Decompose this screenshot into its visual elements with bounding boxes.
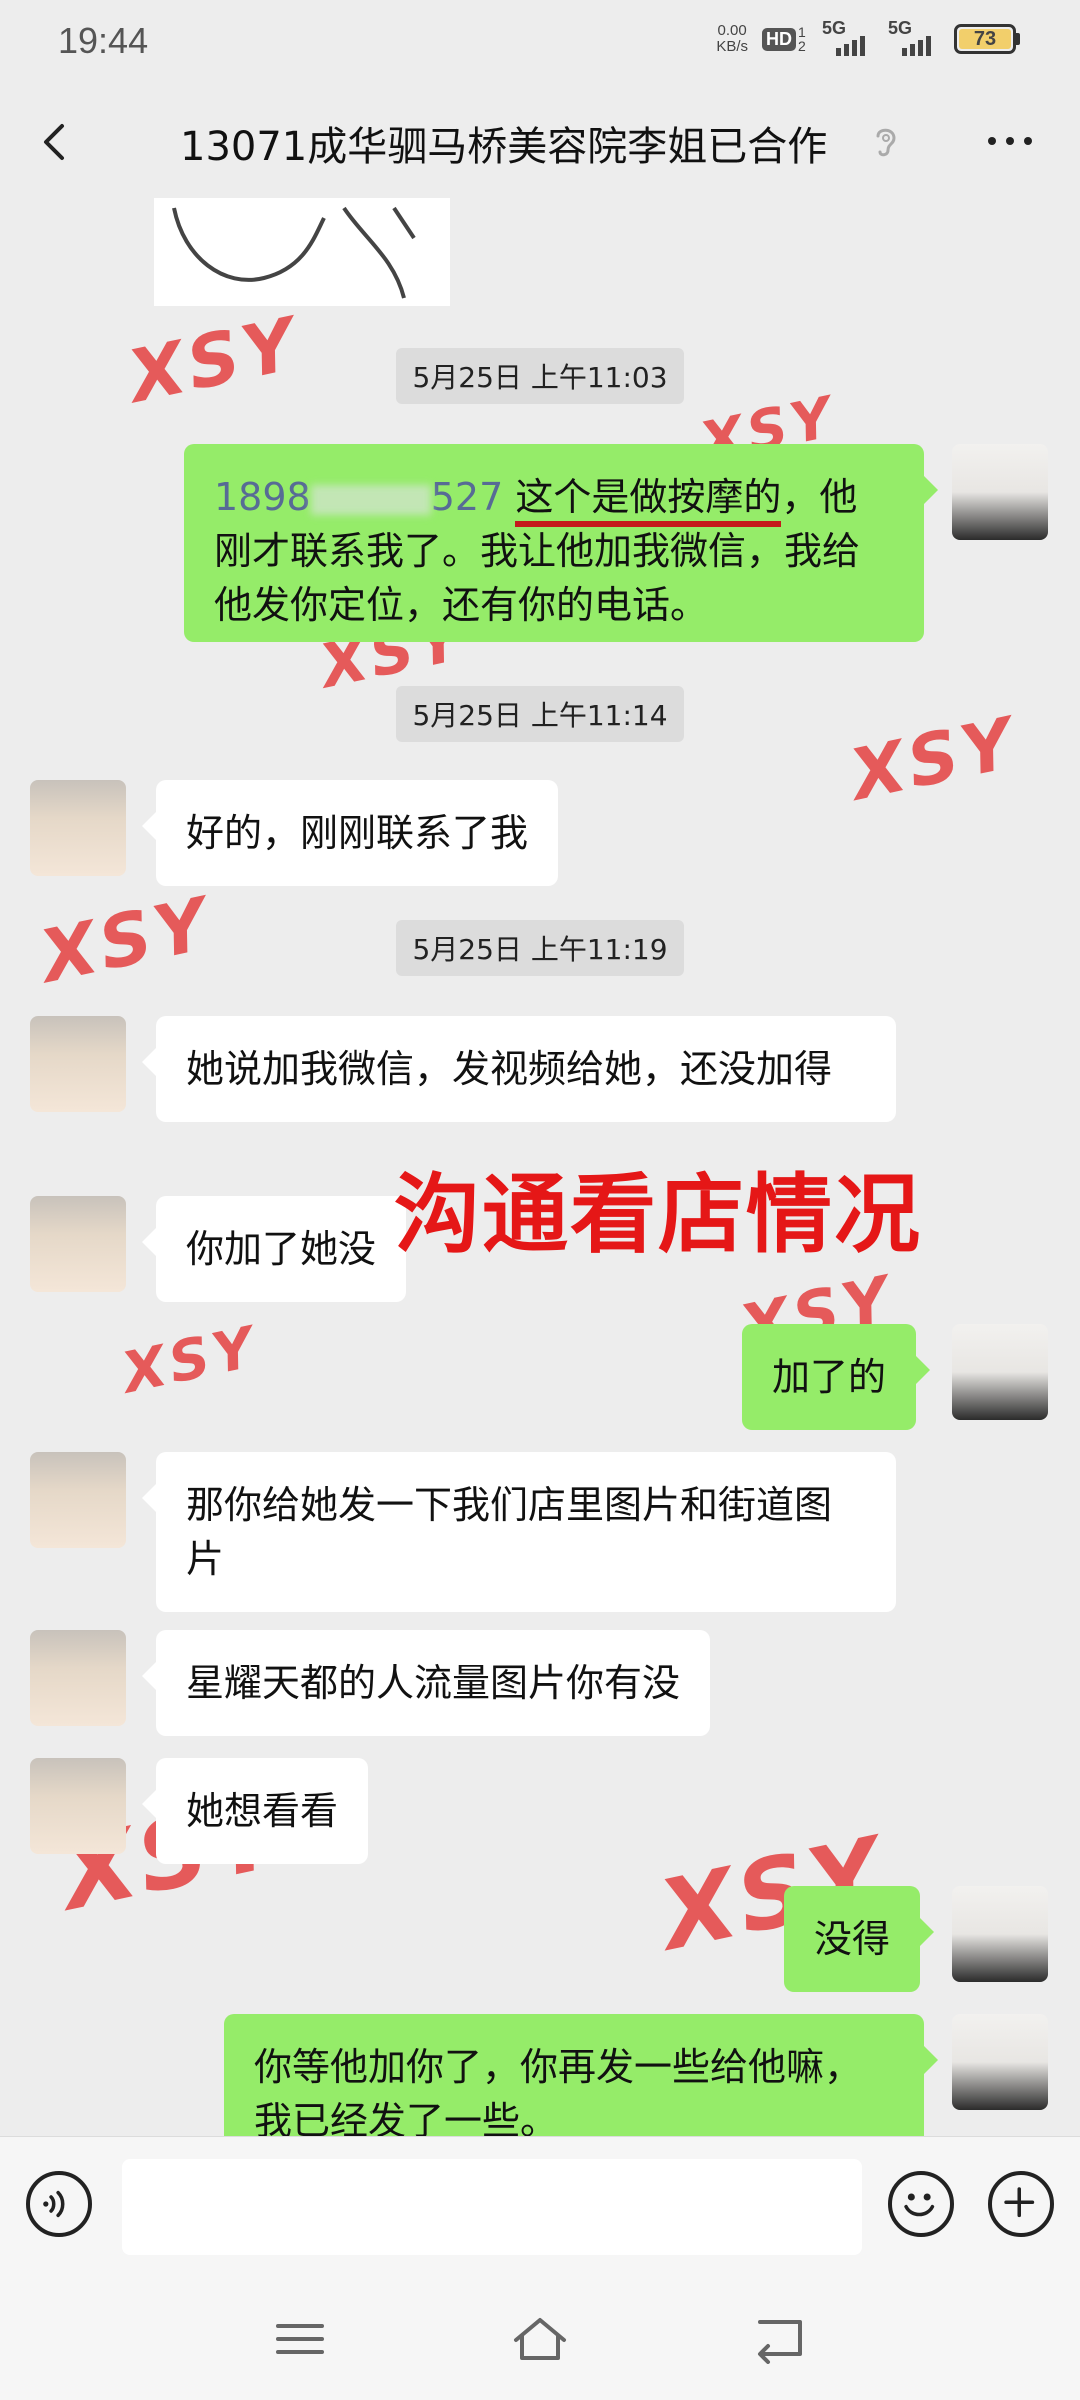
plus-icon[interactable] xyxy=(988,2171,1054,2237)
avatar-self[interactable] xyxy=(952,2014,1048,2110)
signal-5g-icon: 5G xyxy=(822,18,874,56)
hd-icon: HD 1 2 xyxy=(762,25,808,53)
menu-icon[interactable] xyxy=(270,2314,330,2364)
avatar-self[interactable] xyxy=(952,1886,1048,1982)
timestamp: 5月25日 上午11:19 xyxy=(0,920,1080,976)
avatar-contact[interactable] xyxy=(30,780,126,876)
battery-level: 73 xyxy=(959,28,1011,50)
timestamp: 5月25日 上午11:14 xyxy=(0,686,1080,742)
avatar-contact[interactable] xyxy=(30,1630,126,1726)
overlay-annotation: 沟通看店情况 xyxy=(394,1165,922,1265)
chat-header: 13071成华驷马桥美容院李姐已合作 xyxy=(0,86,1080,198)
watermark: XSY xyxy=(116,1314,264,1407)
message-bubble-self[interactable]: 没得 xyxy=(784,1886,935,1992)
message-bubble-self[interactable]: 1898 527 这个是做按摩的，他刚才联系我了。我让他加我微信，我给他发你定位，… xyxy=(184,444,938,642)
back-nav-icon[interactable] xyxy=(750,2314,810,2364)
avatar-self[interactable] xyxy=(952,444,1048,540)
message-bubble-contact[interactable]: 星耀天都的人流量图片你有没 xyxy=(141,1630,711,1736)
system-navigation xyxy=(0,2274,1080,2400)
voice-icon[interactable] xyxy=(26,2171,92,2237)
ear-icon xyxy=(876,128,896,157)
emoji-icon[interactable] xyxy=(888,2171,954,2237)
message-bubble-contact[interactable]: 那你给她发一下我们店里图片和街道图片 xyxy=(142,1452,896,1612)
avatar-contact[interactable] xyxy=(30,1196,126,1292)
chat-messages[interactable]: XSY XSY XSY XSY XSY XSY XSY XSY XSY 5月25… xyxy=(0,198,1080,2136)
net-speed: 0.00 KB/s xyxy=(716,22,748,55)
message-bubble-contact[interactable]: 你加了她没 xyxy=(141,1196,407,1302)
message-bubble-self[interactable]: 你等他加你了，你再发一些给他嘛，我已经发了一些。 xyxy=(224,2014,938,2136)
message-bubble-contact[interactable]: 她想看看 xyxy=(141,1758,369,1864)
image-message-partial[interactable] xyxy=(154,198,450,306)
signal-5g-icon-2: 5G xyxy=(888,18,940,56)
status-icons: 0.00 KB/s HD 1 2 5G 5G 73 xyxy=(716,18,1020,56)
timestamp: 5月25日 上午11:03 xyxy=(0,348,1080,404)
back-chevron-icon[interactable] xyxy=(28,114,84,170)
message-bubble-contact[interactable]: 她说加我微信，发视频给她，还没加得 xyxy=(142,1016,896,1122)
avatar-contact[interactable] xyxy=(30,1452,126,1548)
message-input[interactable] xyxy=(122,2159,862,2255)
underlined-text: 这个是做按摩的 xyxy=(515,475,782,527)
more-icon[interactable] xyxy=(980,116,1040,166)
avatar-contact[interactable] xyxy=(30,1758,126,1854)
phone-number[interactable]: 1898 527 xyxy=(214,475,503,519)
battery-icon: 73 xyxy=(954,24,1020,54)
status-bar: 19:44 0.00 KB/s HD 1 2 5G 5G 73 xyxy=(0,0,1080,86)
message-bubble-contact[interactable]: 好的，刚刚联系了我 xyxy=(141,780,559,886)
message-bubble-self[interactable]: 加了的 xyxy=(742,1324,931,1430)
avatar-contact[interactable] xyxy=(30,1016,126,1112)
home-icon[interactable] xyxy=(510,2314,570,2364)
status-time: 19:44 xyxy=(58,20,149,61)
input-bar xyxy=(0,2136,1080,2274)
avatar-self[interactable] xyxy=(952,1324,1048,1420)
chat-title: 13071成华驷马桥美容院李姐已合作 xyxy=(180,124,828,170)
